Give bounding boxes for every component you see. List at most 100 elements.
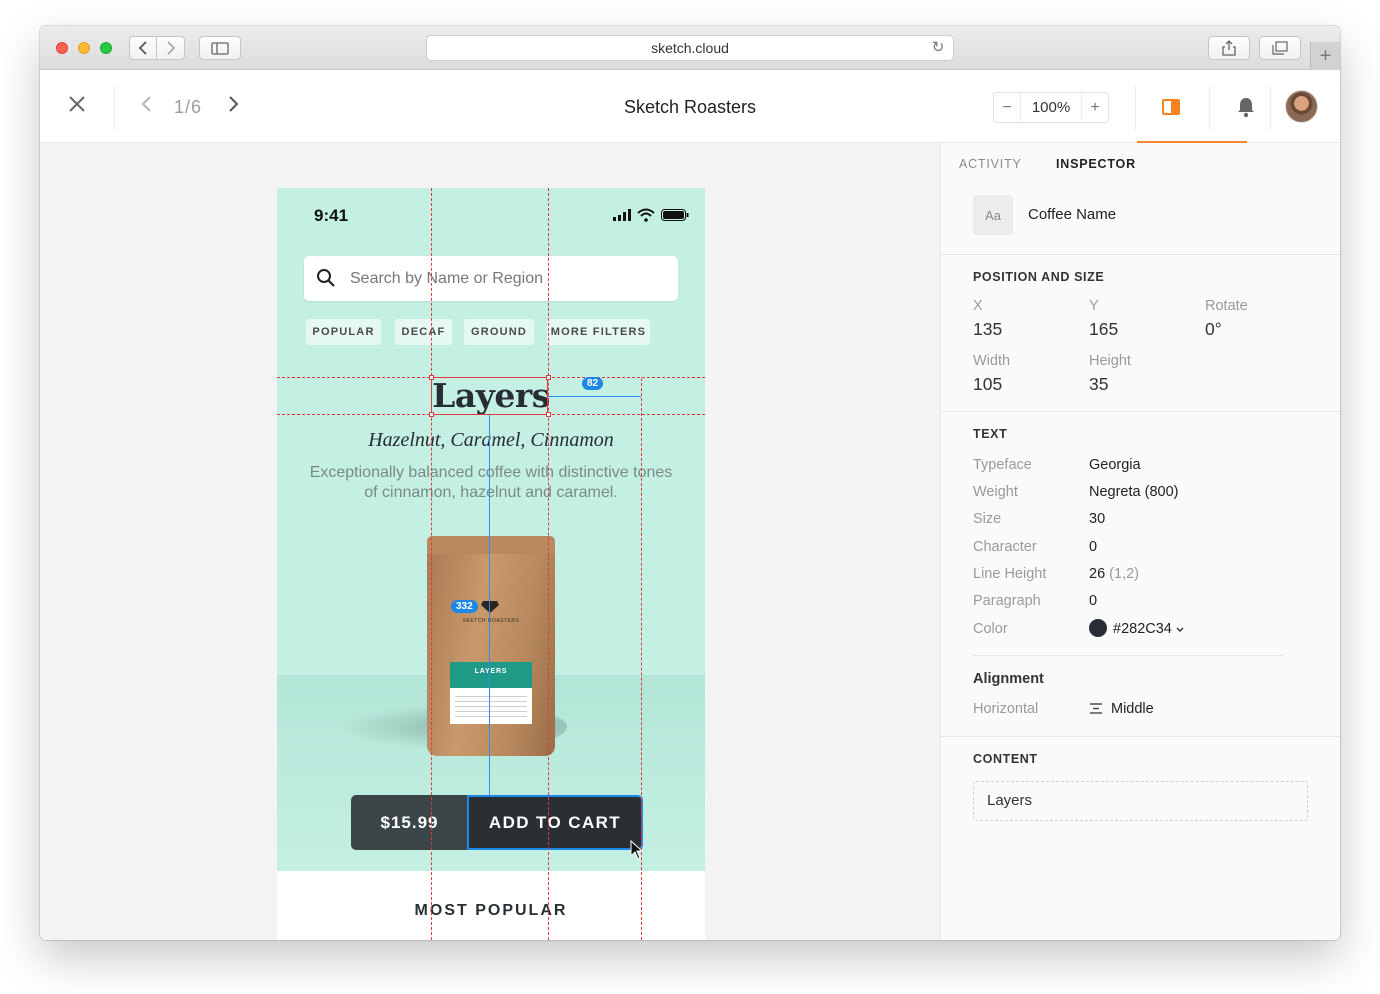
rotate-label: Rotate xyxy=(1205,298,1248,314)
character-value[interactable]: 0 xyxy=(1089,539,1097,555)
zoom-in-button[interactable]: + xyxy=(1082,99,1108,117)
minimize-window-button[interactable] xyxy=(78,42,90,54)
filter-chip-more-filters[interactable]: MORE FILTERS xyxy=(547,319,650,345)
wifi-icon xyxy=(637,208,655,222)
y-label: Y xyxy=(1089,298,1099,314)
weight-label: Weight xyxy=(973,484,1018,500)
height-value[interactable]: 35 xyxy=(1089,374,1108,395)
browser-chrome: sketch.cloud ↻ + xyxy=(40,26,1340,70)
bell-icon[interactable] xyxy=(1236,96,1256,118)
tab-inspector[interactable]: INSPECTOR xyxy=(1056,157,1136,171)
color-hex: #282C34 xyxy=(1113,621,1172,637)
signal-icon xyxy=(613,209,631,221)
chevron-left-icon xyxy=(138,41,147,55)
tab-activity[interactable]: ACTIVITY xyxy=(959,157,1022,171)
divider xyxy=(941,411,1340,412)
sidebar-icon xyxy=(211,41,229,55)
selection-handle[interactable] xyxy=(546,375,551,380)
measure-line-horizontal xyxy=(548,396,641,397)
divider xyxy=(1270,86,1271,130)
divider xyxy=(941,736,1340,737)
chevron-right-icon xyxy=(166,41,175,55)
width-value[interactable]: 105 xyxy=(973,374,1002,395)
filter-chip-ground[interactable]: GROUND xyxy=(464,319,534,345)
selection-handle[interactable] xyxy=(429,375,434,380)
height-label: Height xyxy=(1089,353,1131,369)
line-height-value[interactable]: 26 (1,2) xyxy=(1089,566,1139,582)
horizontal-align-value[interactable]: Middle xyxy=(1089,701,1154,717)
avatar[interactable] xyxy=(1285,90,1318,123)
coffee-description[interactable]: Exceptionally balanced coffee with disti… xyxy=(307,463,675,503)
filter-chip-popular[interactable]: POPULAR xyxy=(306,319,381,345)
color-label: Color xyxy=(973,621,1008,637)
reload-icon[interactable]: ↻ xyxy=(929,39,947,57)
zoom-value[interactable]: 100% xyxy=(1020,93,1082,122)
divider xyxy=(973,655,1283,656)
color-value[interactable]: #282C34 xyxy=(1089,619,1184,637)
size-value[interactable]: 30 xyxy=(1089,511,1105,527)
divider xyxy=(1209,86,1210,130)
zoom-out-button[interactable]: − xyxy=(994,99,1020,117)
bag-brand-text: SKETCH ROASTERS xyxy=(462,618,520,624)
width-label: Width xyxy=(973,353,1011,369)
artboard[interactable]: 9:41 Search by Name or Region POPULAR DE… xyxy=(277,188,705,940)
selection-handle[interactable] xyxy=(429,412,434,417)
rotate-value[interactable]: 0° xyxy=(1205,319,1222,340)
content-field[interactable]: Layers xyxy=(973,781,1308,821)
tabs-icon xyxy=(1272,41,1288,55)
divider xyxy=(1135,86,1136,130)
address-bar[interactable]: sketch.cloud ↻ xyxy=(426,35,954,61)
search-icon xyxy=(317,269,335,287)
section-title-text: TEXT xyxy=(973,427,1008,441)
typeface-label: Typeface xyxy=(973,457,1032,473)
section-title-content: CONTENT xyxy=(973,752,1038,766)
color-swatch xyxy=(1089,619,1107,637)
back-button[interactable] xyxy=(129,36,157,60)
size-label: Size xyxy=(973,511,1002,527)
sidebar-toggle-button[interactable] xyxy=(199,36,241,60)
paragraph-label: Paragraph xyxy=(973,593,1041,609)
bag-label-title: LAYERS xyxy=(450,662,532,688)
measure-line-vertical xyxy=(489,415,490,795)
inspector-tabs: ACTIVITY INSPECTOR xyxy=(941,143,1340,183)
line-height-label: Line Height xyxy=(973,566,1047,582)
selection-handle[interactable] xyxy=(546,412,551,417)
tabs-overview-button[interactable] xyxy=(1259,36,1301,60)
coffee-bag-top xyxy=(427,536,555,554)
x-value[interactable]: 135 xyxy=(973,319,1002,340)
search-placeholder: Search by Name or Region xyxy=(350,270,543,287)
text-layer-icon: Aa xyxy=(973,195,1013,235)
forward-button[interactable] xyxy=(157,36,185,60)
guide-line xyxy=(641,378,642,940)
filter-chip-decaf[interactable]: DECAF xyxy=(395,319,452,345)
canvas[interactable]: 9:41 Search by Name or Region POPULAR DE… xyxy=(40,143,940,940)
paragraph-value[interactable]: 0 xyxy=(1089,593,1097,609)
add-to-cart-button[interactable]: ADD TO CART xyxy=(467,795,643,850)
typeface-value[interactable]: Georgia xyxy=(1089,457,1141,473)
alignment-title: Alignment xyxy=(973,671,1044,687)
line-height-ratio: (1,2) xyxy=(1109,566,1139,582)
zoom-control: − 100% + xyxy=(993,92,1109,123)
line-height-number: 26 xyxy=(1089,566,1106,582)
search-field[interactable]: Search by Name or Region xyxy=(304,256,678,301)
y-value[interactable]: 165 xyxy=(1089,319,1118,340)
divider xyxy=(941,254,1340,255)
guide-line xyxy=(548,188,549,940)
new-tab-button[interactable]: + xyxy=(1310,42,1340,70)
weight-value[interactable]: Negreta (800) xyxy=(1089,484,1178,500)
close-window-button[interactable] xyxy=(56,42,68,54)
inspector-panel-icon xyxy=(1162,99,1180,115)
inspector-panel: ACTIVITY INSPECTOR Aa Coffee Name POSITI… xyxy=(940,143,1340,940)
section-title-position-size: POSITION AND SIZE xyxy=(973,270,1105,284)
layer-name: Coffee Name xyxy=(1028,206,1117,223)
horizontal-align-label: Horizontal xyxy=(973,701,1039,717)
maximize-window-button[interactable] xyxy=(100,42,112,54)
measure-label-vertical: 332 xyxy=(451,600,478,613)
measure-label-horizontal: 82 xyxy=(582,377,604,390)
align-center-icon xyxy=(1090,703,1102,714)
status-bar-time: 9:41 xyxy=(314,206,349,225)
inspector-toggle-button[interactable] xyxy=(1137,70,1247,143)
price-button[interactable]: $15.99 xyxy=(351,795,468,850)
chevron-down-icon xyxy=(1176,627,1184,632)
share-button[interactable] xyxy=(1208,36,1250,60)
